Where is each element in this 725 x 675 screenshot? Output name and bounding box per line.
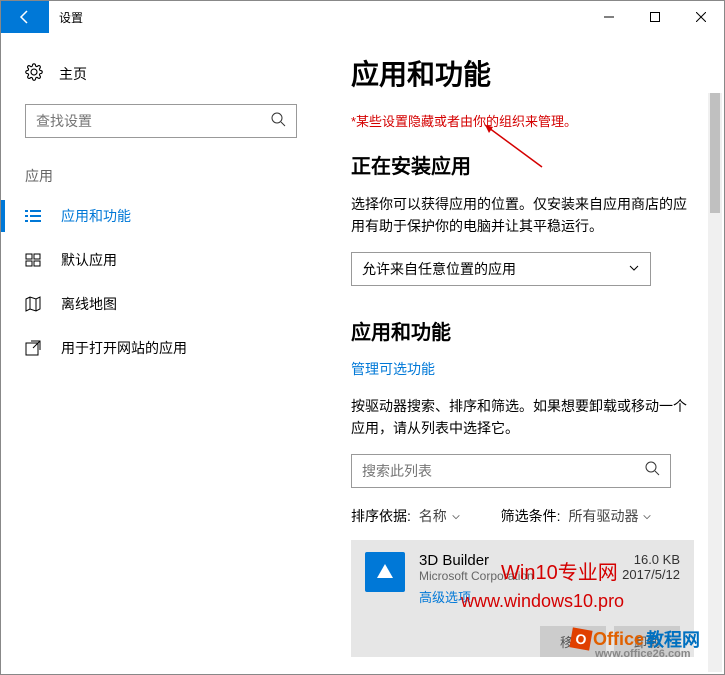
filter-value: 所有驱动器 <box>568 508 638 524</box>
sidebar-item-label: 用于打开网站的应用 <box>61 338 187 358</box>
home-label: 主页 <box>59 64 87 84</box>
sort-value: 名称 <box>419 508 447 524</box>
sidebar-item-label: 默认应用 <box>61 250 117 270</box>
installing-apps-heading: 正在安装应用 <box>351 150 694 179</box>
window-title: 设置 <box>49 1 93 33</box>
search-settings-input[interactable] <box>36 113 270 129</box>
move-button[interactable]: 移动 <box>540 626 606 657</box>
search-apps-input[interactable] <box>362 463 644 479</box>
open-icon <box>25 340 41 356</box>
sidebar-item-apps-for-websites[interactable]: 用于打开网站的应用 <box>1 326 321 370</box>
apps-features-heading: 应用和功能 <box>351 316 694 345</box>
filter-control[interactable]: 筛选条件: 所有驱动器 <box>501 506 653 526</box>
app-icon <box>365 552 405 592</box>
sort-control[interactable]: 排序依据: 名称 <box>351 506 461 526</box>
app-publisher: Microsoft Corporation <box>419 569 608 583</box>
app-date: 2017/5/12 <box>622 567 680 582</box>
sidebar-item-offline-maps[interactable]: 离线地图 <box>1 282 321 326</box>
sidebar-item-default-apps[interactable]: 默认应用 <box>1 238 321 282</box>
close-button[interactable] <box>678 1 724 33</box>
main-content: 应用和功能 *某些设置隐藏或者由你的组织来管理。 正在安装应用 选择你可以获得应… <box>321 33 724 674</box>
installing-apps-desc: 选择你可以获得应用的位置。仅安装来自应用商店的应用有助于保护你的电脑并让其平稳运… <box>351 193 694 238</box>
managed-warning: *某些设置隐藏或者由你的组织来管理。 <box>351 111 694 130</box>
scrollbar[interactable] <box>708 93 722 672</box>
map-icon <box>25 296 41 312</box>
search-icon <box>644 460 660 481</box>
minimize-button[interactable] <box>586 1 632 33</box>
sort-label: 排序依据: <box>351 508 411 524</box>
sidebar-item-label: 应用和功能 <box>61 206 131 226</box>
search-apps-box[interactable] <box>351 454 671 488</box>
gear-icon <box>25 63 43 84</box>
search-icon <box>270 111 286 132</box>
sidebar: 主页 应用 应用和功能 默认应用 离线地图 <box>1 33 321 674</box>
defaults-icon <box>25 252 41 268</box>
search-settings-box[interactable] <box>25 104 297 138</box>
filter-label: 筛选条件: <box>501 508 561 524</box>
maximize-button[interactable] <box>632 1 678 33</box>
sidebar-item-apps-features[interactable]: 应用和功能 <box>1 194 321 238</box>
list-icon <box>25 208 41 224</box>
uninstall-button[interactable]: 卸载 <box>614 626 680 657</box>
home-link[interactable]: 主页 <box>1 53 321 94</box>
app-size: 16.0 KB <box>622 552 680 567</box>
chevron-down-icon <box>628 261 640 277</box>
manage-optional-link[interactable]: 管理可选功能 <box>351 359 694 379</box>
sidebar-item-label: 离线地图 <box>61 294 117 314</box>
scrollbar-thumb[interactable] <box>710 93 720 213</box>
dropdown-value: 允许来自任意位置的应用 <box>362 259 516 279</box>
app-advanced-link[interactable]: 高级选项 <box>419 587 608 606</box>
install-source-dropdown[interactable]: 允许来自任意位置的应用 <box>351 252 651 286</box>
back-button[interactable] <box>1 1 49 33</box>
category-label: 应用 <box>1 158 321 194</box>
apps-desc: 按驱动器搜索、排序和筛选。如果想要卸载或移动一个应用，请从列表中选择它。 <box>351 395 694 440</box>
app-name: 3D Builder <box>419 552 608 569</box>
page-heading: 应用和功能 <box>351 53 694 93</box>
app-list-item[interactable]: 3D Builder Microsoft Corporation 高级选项 16… <box>351 540 694 618</box>
